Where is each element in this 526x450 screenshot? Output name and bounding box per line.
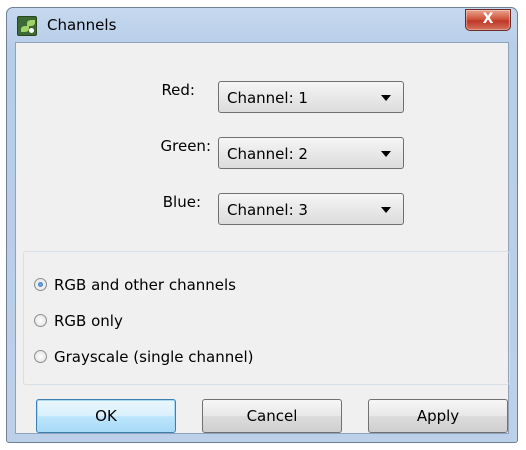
title-bar[interactable]: Channels X <box>7 8 517 42</box>
radio-icon[interactable] <box>34 314 47 327</box>
blue-channel-select[interactable]: Channel: 3 <box>218 193 404 225</box>
close-button[interactable]: X <box>465 9 511 31</box>
red-channel-value: Channel: 1 <box>227 89 308 107</box>
green-channel-value: Channel: 2 <box>227 145 308 163</box>
channels-app-icon <box>17 16 37 36</box>
close-icon: X <box>482 11 494 27</box>
apply-button[interactable]: Apply <box>368 399 508 433</box>
radio-icon[interactable] <box>34 278 47 291</box>
chevron-down-icon <box>381 207 391 213</box>
channels-dialog: Channels X Red: Channel: 1 Green: Channe… <box>6 7 518 443</box>
channel-mode-group: RGB and other channels RGB only Grayscal… <box>23 251 510 385</box>
chevron-down-icon <box>381 151 391 157</box>
radio-rgb-and-other-label: RGB and other channels <box>54 276 236 294</box>
window-title: Channels <box>47 16 117 34</box>
ok-button[interactable]: OK <box>36 399 176 433</box>
green-channel-select[interactable]: Channel: 2 <box>218 137 404 169</box>
cancel-button[interactable]: Cancel <box>202 399 342 433</box>
blue-channel-value: Channel: 3 <box>227 201 308 219</box>
red-label: Red: <box>161 81 195 99</box>
green-label: Green: <box>160 137 211 155</box>
chevron-down-icon <box>381 95 391 101</box>
radio-grayscale-label: Grayscale (single channel) <box>54 348 254 366</box>
blue-label: Blue: <box>162 193 201 211</box>
dialog-body: Red: Channel: 1 Green: Channel: 2 Blue: … <box>15 42 510 434</box>
radio-rgb-only-label: RGB only <box>54 312 123 330</box>
red-channel-select[interactable]: Channel: 1 <box>218 81 404 113</box>
radio-icon[interactable] <box>34 350 47 363</box>
